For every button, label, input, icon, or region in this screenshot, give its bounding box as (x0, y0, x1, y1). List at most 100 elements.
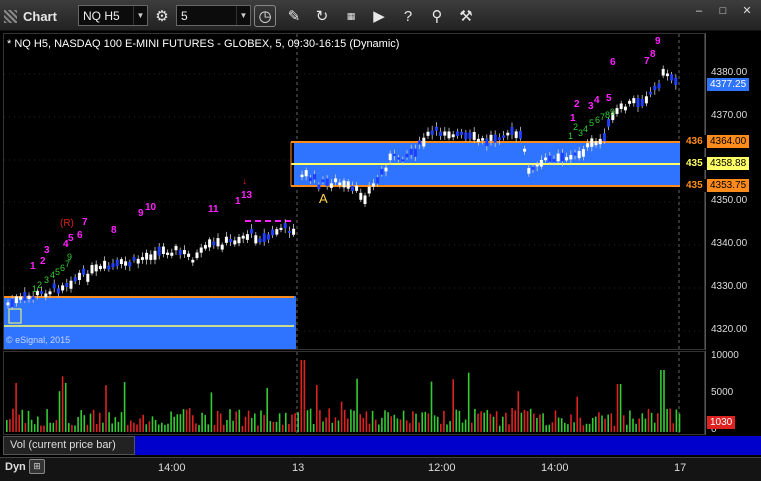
time-label: 13 (292, 462, 305, 474)
time-axis[interactable] (0, 457, 761, 481)
volume-bar (43, 425, 45, 432)
close-icon[interactable]: ✕ (736, 4, 758, 17)
volume-bar (548, 424, 551, 432)
volume-bar (412, 411, 414, 432)
volume-bar (232, 420, 234, 432)
volume-bar (123, 382, 126, 432)
price-tick: 4330.00 (711, 281, 748, 292)
pencil-icon[interactable]: ✎ (283, 5, 305, 27)
volume-bar (492, 416, 495, 432)
volume-tick: 10000 (711, 351, 739, 361)
candle (27, 295, 31, 299)
symbol-link-icon[interactable]: ⚙ (151, 5, 173, 27)
volume-bar (653, 422, 656, 432)
link-icon[interactable]: ⚲ (426, 5, 448, 27)
price-tick: 4370.00 (711, 110, 748, 121)
volume-bar (235, 411, 237, 432)
volume-bar (576, 396, 578, 432)
volume-bar (68, 423, 70, 432)
volume-bar (362, 417, 365, 432)
candle (65, 283, 69, 287)
volume-bar (343, 409, 346, 432)
candle (573, 152, 577, 156)
restore-icon[interactable]: □ (712, 4, 734, 17)
candle (300, 174, 304, 178)
volume-bar (440, 423, 442, 432)
candle (132, 257, 136, 261)
volume-bar (151, 416, 154, 432)
volume-bar (613, 425, 616, 432)
settings-icon[interactable]: ⚒ (455, 5, 477, 27)
candle (258, 238, 262, 243)
candle (346, 181, 350, 189)
volume-bar (529, 408, 532, 432)
candle (220, 244, 224, 250)
play-icon[interactable]: ▶ (368, 5, 390, 27)
volume-bar (365, 411, 368, 432)
volume-bar (409, 423, 411, 432)
volume-bar (244, 416, 247, 432)
candle (527, 168, 531, 174)
price-tick: 4350.00 (711, 195, 748, 206)
volume-bar (83, 415, 86, 432)
volume-bar (678, 413, 681, 432)
help-icon[interactable]: ? (397, 5, 419, 27)
volume-bar (573, 422, 575, 432)
volume-bar (517, 391, 520, 432)
candle (304, 170, 308, 177)
volume-bar (545, 425, 547, 432)
volume-bar (170, 411, 172, 432)
symbol-dropdown-icon[interactable]: ▼ (133, 6, 147, 25)
price-tick: 4340.00 (711, 238, 748, 249)
svg-text:5: 5 (606, 93, 612, 104)
volume-bar (86, 424, 89, 432)
volume-bar (185, 409, 188, 432)
candle (552, 158, 556, 163)
candle (451, 134, 455, 138)
candle (275, 229, 279, 235)
candle (653, 85, 657, 91)
volume-bar (40, 425, 42, 432)
volume-bar (458, 410, 461, 432)
candle (497, 137, 501, 140)
symbol-input[interactable]: NQ H5 ▼ (78, 5, 148, 26)
candle (439, 131, 443, 137)
interval-dropdown-icon[interactable]: ▼ (236, 6, 250, 25)
dynamic-mode-label: Dyn (5, 461, 26, 473)
candle (279, 227, 283, 230)
study-icon[interactable]: ↻ (311, 5, 333, 27)
volume-bar (660, 370, 662, 432)
candle (602, 133, 606, 142)
volume-bar (117, 421, 120, 432)
volume-bar (452, 379, 454, 432)
properties-icon[interactable]: ▦ (340, 5, 362, 27)
zoom-icon[interactable]: ⊞ (29, 459, 45, 474)
candle (632, 98, 636, 104)
volume-bar (201, 412, 203, 432)
candle (233, 240, 237, 245)
candle (460, 131, 464, 135)
candle (182, 250, 186, 255)
svg-text:8: 8 (650, 49, 656, 60)
candle (14, 296, 18, 304)
candle (287, 230, 291, 234)
clock-icon[interactable]: ◷ (254, 5, 276, 27)
volume-bar (477, 413, 479, 432)
candle (229, 239, 233, 243)
volume-bar (564, 422, 566, 432)
volume-bar (92, 409, 95, 432)
volume-bar (595, 416, 597, 432)
volume-bar (570, 414, 572, 432)
volume-bar (195, 423, 197, 432)
volume-bar (495, 411, 498, 432)
volume-bar (198, 425, 200, 432)
interval-input[interactable]: 5 ▼ (176, 5, 251, 26)
volume-study-label[interactable]: Vol (current price bar) (3, 436, 135, 455)
minimize-icon[interactable]: – (688, 4, 710, 17)
candle (661, 68, 665, 76)
volume-bar (337, 420, 340, 432)
candle (409, 148, 413, 155)
r-marker: (R) (60, 218, 74, 229)
tag-last-price: 4377.25 (707, 78, 750, 91)
candle (397, 157, 401, 160)
